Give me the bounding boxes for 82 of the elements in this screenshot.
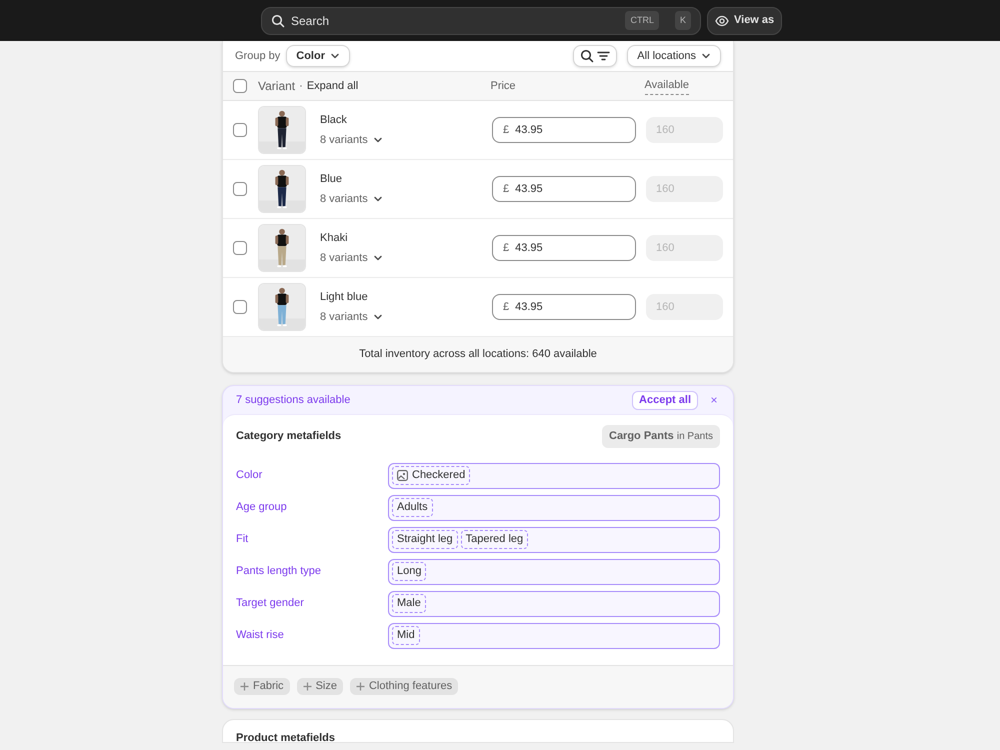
shortcut-key: CTRL (625, 10, 659, 30)
currency-symbol: £ (503, 182, 510, 197)
value-chip: Male (392, 594, 426, 613)
value-chip: Mid (392, 626, 420, 645)
select-all-checkbox[interactable] (233, 79, 247, 93)
value-chip: Straight leg (392, 530, 458, 549)
price-value: 43.95 (515, 182, 543, 197)
variant-name: Black (320, 113, 348, 128)
close-button[interactable]: × (708, 391, 720, 409)
add-field-button[interactable]: Fabric (234, 678, 290, 695)
image-icon (397, 470, 408, 481)
separator-dot: · (299, 78, 303, 94)
price-value: 43.95 (515, 240, 543, 256)
metafield-input[interactable]: Long (388, 558, 720, 584)
variants-toggle[interactable]: 8 variants (320, 190, 480, 207)
chevron-down-icon (330, 51, 340, 61)
search-icon (580, 49, 594, 63)
metafield-input[interactable]: Adults (388, 494, 720, 520)
field-label: Fit (236, 532, 250, 548)
group-by-label: Group by (235, 48, 280, 64)
location-dropdown[interactable]: All locations (627, 45, 721, 67)
row-checkbox[interactable] (233, 241, 247, 255)
section-title: Product metafields (236, 732, 336, 744)
variant-name: Blue (320, 172, 344, 187)
value-chip: Checkered (392, 466, 470, 485)
available-field: 160 (646, 117, 723, 143)
price-value: 43.95 (515, 300, 543, 315)
value-chip: Adults (392, 498, 433, 517)
category-tag: Cargo Pants in Pants (602, 425, 720, 448)
group-by-dropdown[interactable]: Color (286, 45, 350, 67)
metafield-input[interactable]: Checkered (388, 462, 720, 488)
price-field[interactable]: £ 43.95 (492, 235, 636, 261)
variant-name: Khaki (320, 231, 349, 246)
add-field-button[interactable]: Size (296, 678, 343, 695)
row-checkbox[interactable] (233, 123, 247, 137)
filter-icon (597, 50, 610, 62)
search-filter-button[interactable] (573, 45, 618, 67)
suggestions-banner-text: 7 suggestions available (236, 392, 350, 408)
price-field[interactable]: £ 43.95 (492, 294, 636, 320)
total-inventory-text: Total inventory across all locations: 640 available (359, 347, 597, 362)
currency-symbol: £ (503, 240, 510, 256)
currency-symbol: £ (503, 300, 510, 315)
search-placeholder: Search (291, 12, 330, 30)
section-title: Category metafields (236, 429, 342, 444)
expand-all-link[interactable]: Expand all (306, 78, 358, 94)
row-checkbox[interactable] (233, 182, 247, 196)
variant-name: Light blue (320, 290, 369, 305)
accept-all-button[interactable]: Accept all (632, 390, 698, 410)
variants-toggle[interactable]: 8 variants (320, 250, 480, 266)
plus-icon (240, 682, 249, 691)
metafield-input[interactable]: Mid (388, 622, 720, 648)
eye-icon (715, 14, 729, 28)
available-field: 160 (646, 176, 723, 202)
available-column-header: Available (644, 77, 689, 95)
search-field[interactable]: Search CTRL K (261, 6, 701, 34)
available-field: 160 (646, 294, 723, 320)
value-chip: Long (392, 562, 426, 581)
price-field[interactable]: £ 43.95 (492, 176, 636, 202)
plus-icon (302, 682, 312, 691)
add-field-button[interactable]: Clothing features (350, 678, 458, 695)
field-label: Pants length type (236, 564, 322, 580)
metafield-input[interactable]: Straight leg Tapered leg (388, 526, 720, 552)
metafield-input[interactable]: Male (388, 590, 720, 616)
price-column-header: Price (490, 78, 516, 94)
value-chip: Tapered leg (460, 530, 528, 549)
field-label: Age group (236, 500, 288, 516)
search-icon (271, 14, 285, 28)
plus-icon (356, 682, 365, 691)
variants-toggle[interactable]: 8 variants (320, 132, 480, 148)
row-checkbox[interactable] (233, 300, 247, 314)
variant-column-header: Variant (258, 78, 296, 95)
field-label: Waist rise (236, 628, 285, 644)
variants-toggle[interactable]: 8 variants (320, 308, 480, 325)
shortcut-key: K (674, 10, 691, 30)
field-label: Target gender (236, 596, 305, 612)
available-field: 160 (646, 235, 723, 261)
view-as-button[interactable]: View as (707, 6, 782, 34)
price-value: 43.95 (515, 122, 543, 138)
field-label: Color (236, 468, 264, 484)
price-field[interactable]: £ 43.95 (492, 117, 636, 143)
chevron-down-icon (701, 51, 711, 61)
currency-symbol: £ (503, 122, 510, 138)
